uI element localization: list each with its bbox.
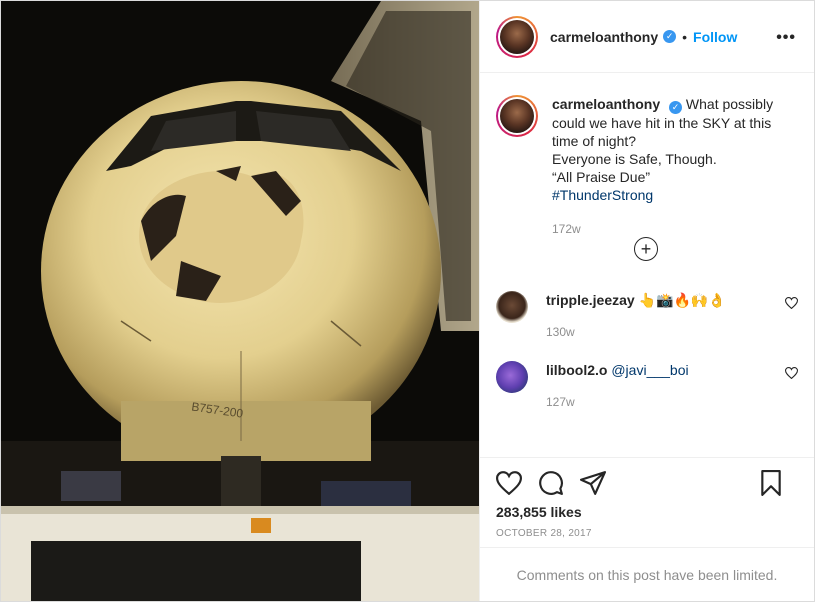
instagram-post: B757-200 carmeloanthony ✓ • Follow ••• c… xyxy=(0,0,815,602)
comment-text: 👆📸🔥🙌👌 xyxy=(638,292,726,308)
comment-bubble-icon[interactable] xyxy=(538,470,564,496)
post-caption: carmeloanthony ✓ What possibly could we … xyxy=(496,95,798,238)
share-paper-plane-icon[interactable] xyxy=(580,471,606,495)
verified-badge-icon: ✓ xyxy=(669,101,683,114)
like-heart-icon[interactable] xyxy=(496,471,522,495)
comment-item: tripple.jeezay 👆📸🔥🙌👌 130w xyxy=(496,291,798,341)
save-bookmark-icon[interactable] xyxy=(760,470,782,496)
verified-badge-icon: ✓ xyxy=(663,30,677,43)
comment-timestamp[interactable]: 127w xyxy=(546,393,689,411)
caption-hashtag[interactable]: #ThunderStrong xyxy=(552,187,653,203)
post-image[interactable]: B757-200 xyxy=(1,1,480,601)
like-comment-heart-icon[interactable] xyxy=(785,297,798,309)
comment-timestamp[interactable]: 130w xyxy=(546,323,726,341)
like-comment-heart-icon[interactable] xyxy=(785,367,798,379)
author-username[interactable]: carmeloanthony xyxy=(550,29,658,45)
caption-line-2: Everyone is Safe, Though. xyxy=(552,151,717,167)
post-header: carmeloanthony ✓ • Follow ••• xyxy=(480,1,814,73)
separator-dot: • xyxy=(682,28,688,45)
more-options-icon[interactable]: ••• xyxy=(776,29,796,47)
load-more-comments-icon[interactable]: + xyxy=(634,237,658,261)
post-date[interactable]: OCTOBER 28, 2017 xyxy=(480,520,814,539)
caption-timestamp[interactable]: 172w xyxy=(552,220,792,238)
airplane-photo: B757-200 xyxy=(1,1,479,601)
comments-limited-notice: Comments on this post have been limited. xyxy=(480,547,814,601)
post-sidebar: carmeloanthony ✓ • Follow ••• carmeloant… xyxy=(480,1,814,601)
comment-avatar[interactable] xyxy=(496,361,528,393)
post-actions: 283,855 likes OCTOBER 28, 2017 Comments … xyxy=(480,457,814,601)
caption-author-username[interactable]: carmeloanthony xyxy=(552,96,660,112)
caption-author-avatar[interactable] xyxy=(496,95,538,137)
comment-username[interactable]: lilbool2.o xyxy=(546,362,607,378)
caption-line-3: “All Praise Due” xyxy=(552,169,651,185)
comment-username[interactable]: tripple.jeezay xyxy=(546,292,635,308)
comment-mention[interactable]: @javi___boi xyxy=(611,362,688,378)
comment-avatar[interactable] xyxy=(496,291,528,323)
likes-count[interactable]: 283,855 likes xyxy=(480,498,814,520)
author-avatar[interactable] xyxy=(496,15,538,58)
follow-button[interactable]: Follow xyxy=(693,29,737,45)
comment-item: lilbool2.o @javi___boi 127w xyxy=(496,361,798,411)
